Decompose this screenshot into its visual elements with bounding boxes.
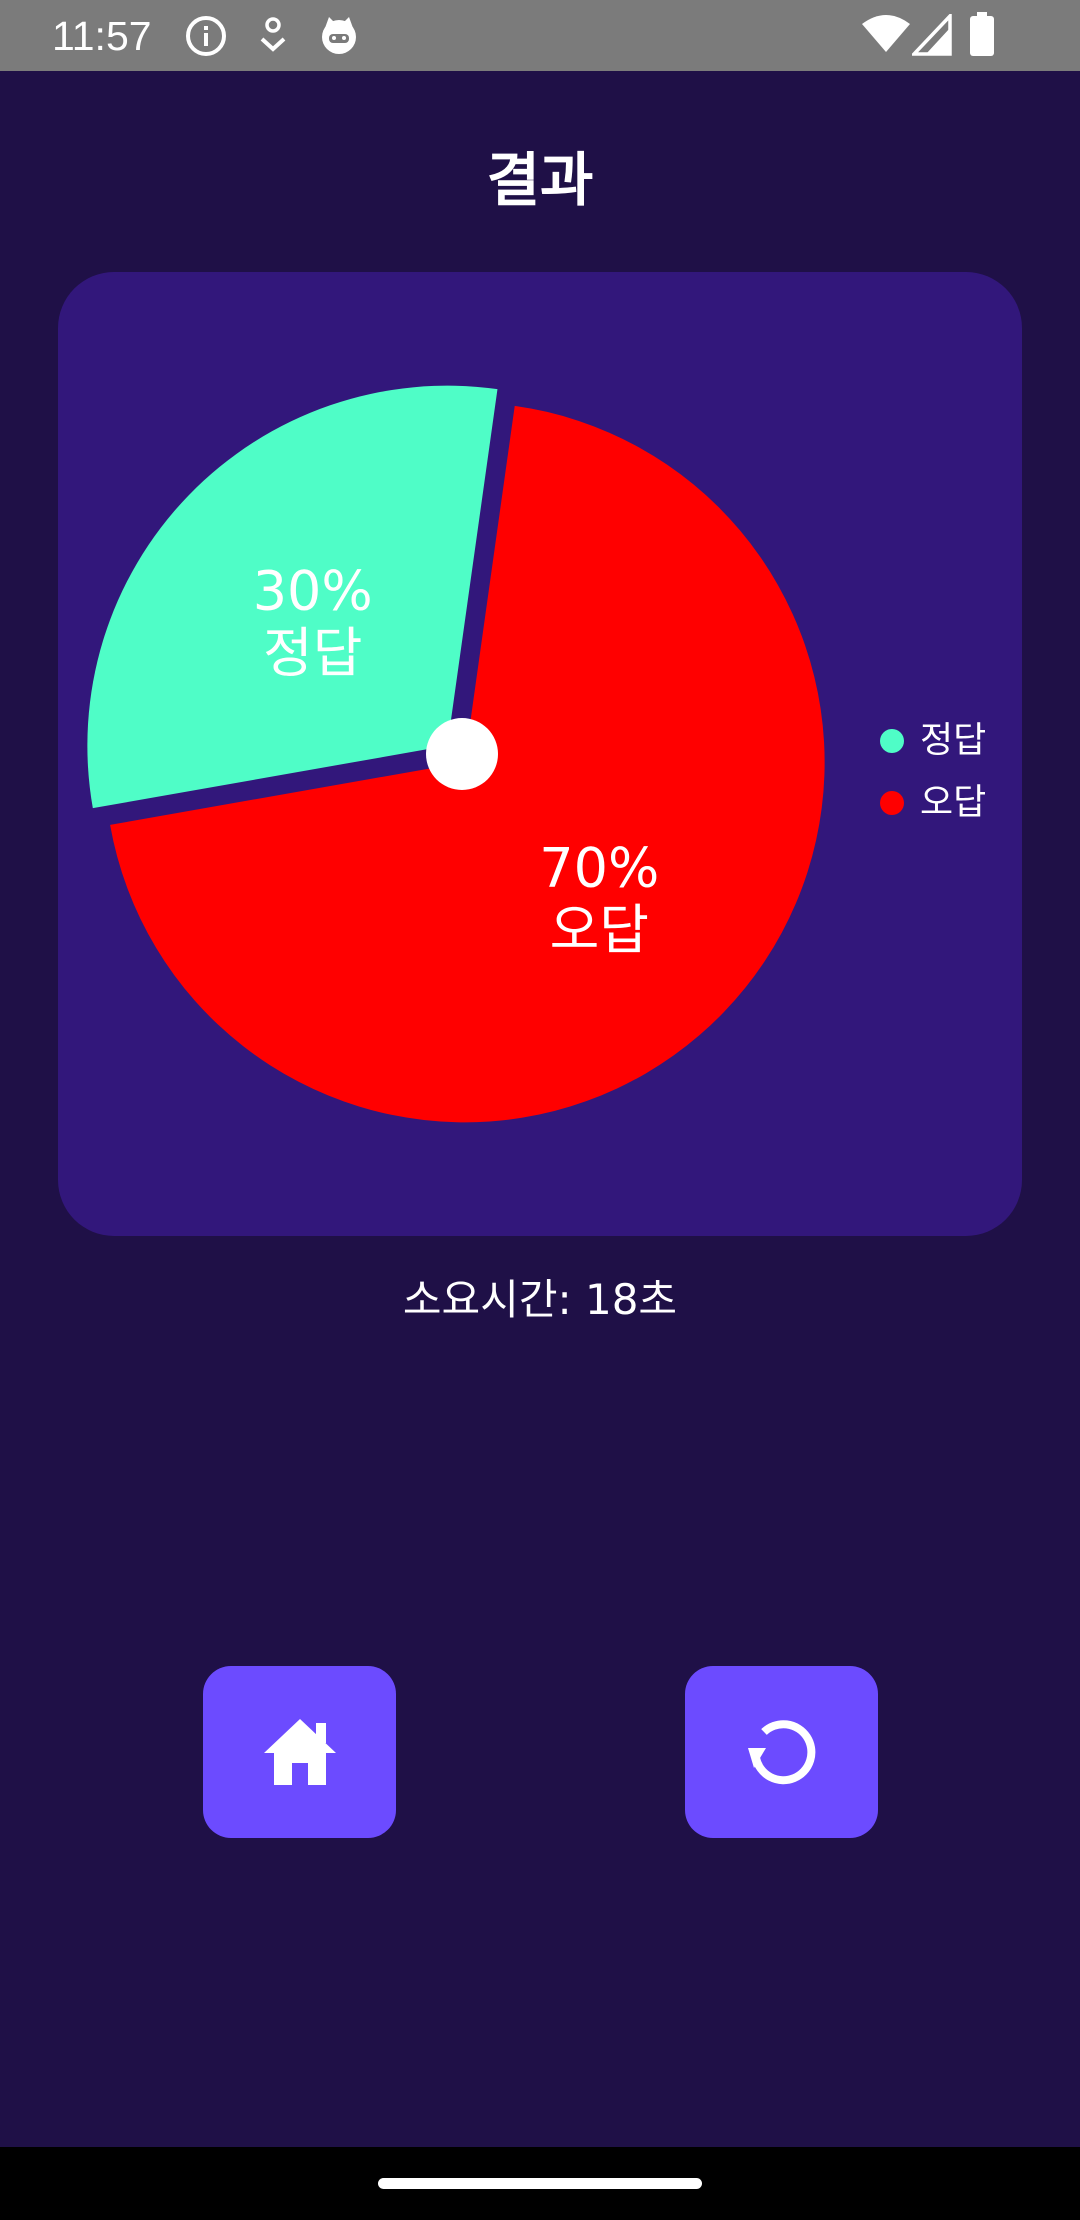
legend-dot-wrong	[880, 791, 904, 815]
replay-button[interactable]	[685, 1666, 878, 1838]
slice-percent-label-correct: 30%	[253, 560, 373, 623]
legend-label-correct: 정답	[920, 720, 987, 761]
wifi-icon	[862, 15, 910, 52]
status-bar: 11:57	[0, 0, 1080, 71]
status-time: 11:57	[52, 13, 152, 59]
result-screen: 11:57 결과 30% 정답 70% 오답 정답 오답 소요시간: 18초	[0, 0, 1080, 2220]
legend-dot-correct	[880, 729, 904, 753]
chart-legend: 정답 오답	[880, 710, 986, 834]
slice-name-label-wrong: 오답	[550, 898, 649, 961]
battery-icon	[970, 12, 994, 56]
slice-name-label-correct: 정답	[263, 622, 362, 685]
cell-signal-icon	[912, 14, 952, 56]
download-badge-icon	[260, 17, 286, 52]
slice-percent-label-wrong: 70%	[539, 836, 659, 899]
system-nav-bar	[0, 2147, 1080, 2220]
result-chart-card: 30% 정답 70% 오답 정답 오답	[58, 272, 1022, 1236]
replay-icon	[747, 1720, 815, 1785]
elapsed-time: 소요시간: 18초	[402, 1275, 678, 1324]
result-pie-chart: 30%정답 70%오답	[87, 385, 825, 1123]
home-gesture-handle[interactable]	[378, 2178, 702, 2189]
info-icon	[186, 16, 226, 56]
home-button[interactable]	[203, 1666, 396, 1838]
pie-center-hole	[426, 718, 498, 790]
home-icon	[263, 1719, 336, 1785]
legend-item-wrong: 오답	[880, 772, 986, 834]
cat-face-icon	[322, 17, 356, 54]
page-title: 결과	[486, 146, 594, 214]
legend-item-correct: 정답	[880, 710, 986, 772]
legend-label-wrong: 오답	[920, 782, 987, 823]
